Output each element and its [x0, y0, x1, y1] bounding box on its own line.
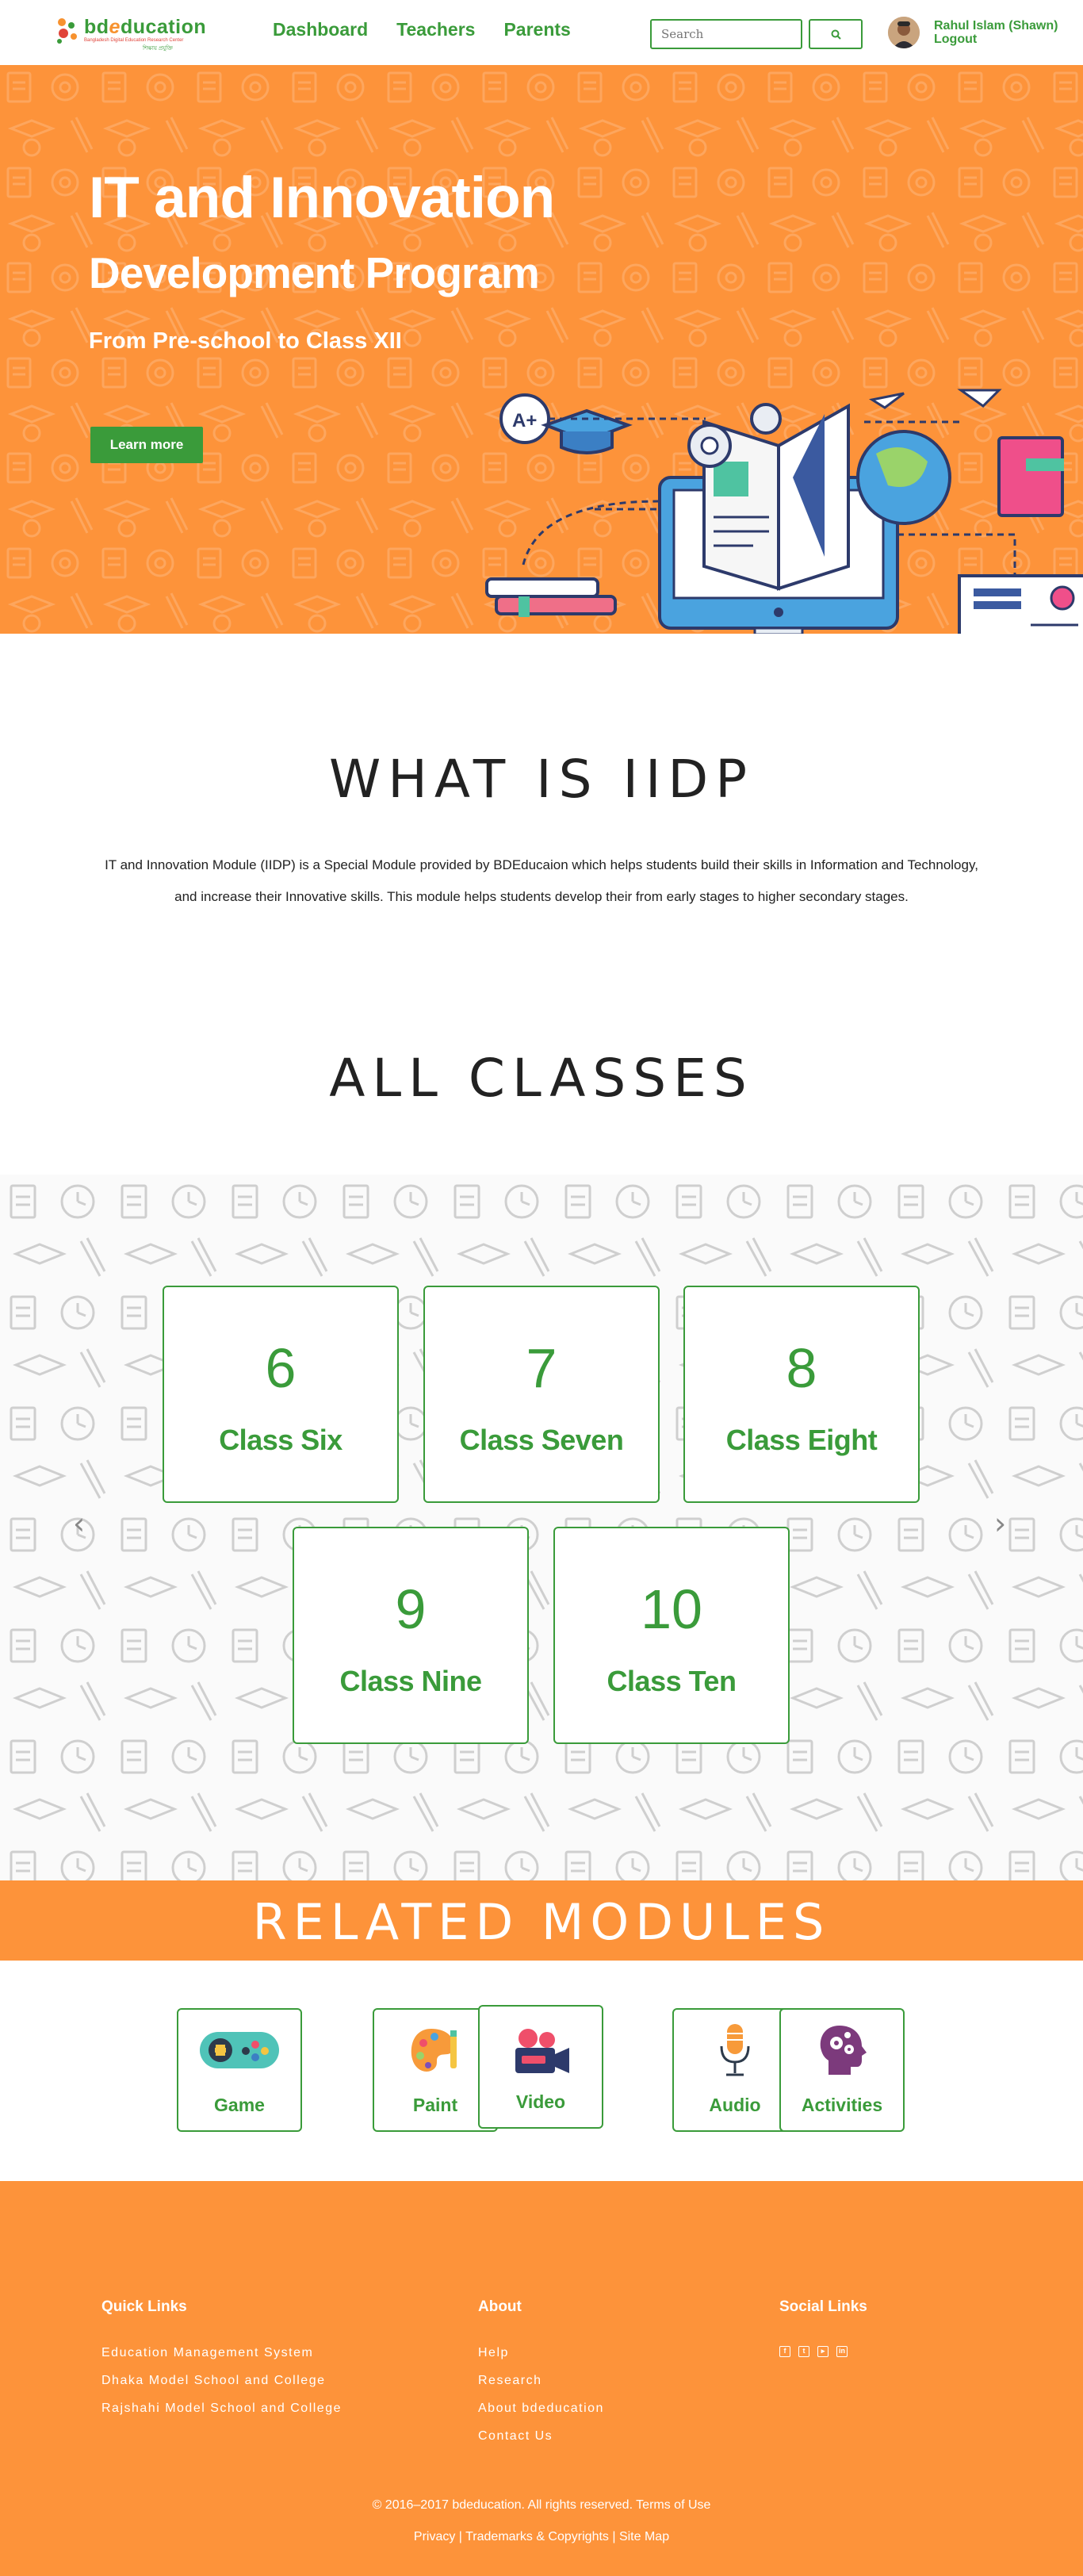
twitter-icon[interactable]: t — [798, 2346, 809, 2357]
linkedin-icon[interactable]: in — [836, 2346, 848, 2357]
video-camera-icon — [515, 2029, 569, 2073]
footer-quick-links: Quick Links Education Management System … — [101, 2298, 342, 2429]
privacy-link[interactable]: Privacy — [414, 2530, 455, 2543]
hero-subtitle: Development Program — [89, 248, 540, 297]
logo-tagline-bangla: শিক্ষায় প্রযুক্তি — [143, 46, 173, 52]
footer-link-dhaka[interactable]: Dhaka Model School and College — [101, 2374, 342, 2388]
class-card-six[interactable]: 6 Class Six — [163, 1286, 399, 1503]
class-name: Class Eight — [725, 1424, 878, 1456]
classes-doodle-pattern — [0, 1175, 1083, 1880]
footer-social: Social Links f t ▸ in — [779, 2298, 867, 2357]
copyright-text: © 2016–2017 bdeducation. All rights rese… — [372, 2498, 711, 2512]
class-name: Class Six — [219, 1424, 343, 1456]
module-activities[interactable]: Activities — [779, 2008, 905, 2132]
nav-dashboard[interactable]: Dashboard — [273, 19, 368, 40]
class-card-eight[interactable]: 8 Class Eight — [683, 1286, 920, 1503]
user-name[interactable]: Rahul Islam (Shawn) — [934, 19, 1058, 33]
svg-text:A+: A+ — [512, 410, 537, 431]
search-input[interactable] — [650, 19, 802, 49]
class-number: 7 — [526, 1337, 557, 1399]
learn-more-button[interactable]: Learn more — [90, 427, 203, 463]
logout-link[interactable]: Logout — [934, 33, 977, 47]
nav-parents[interactable]: Parents — [503, 19, 570, 40]
microphone-icon — [720, 2024, 750, 2076]
education-illustration: A+ — [485, 389, 1083, 634]
what-is-section: WHAT IS IIDP IT and Innovation Module (I… — [0, 634, 1083, 983]
facebook-icon[interactable]: f — [779, 2346, 790, 2357]
nav-teachers[interactable]: Teachers — [396, 19, 475, 40]
search-button[interactable] — [809, 19, 863, 49]
all-classes-header: ALL CLASSES — [0, 983, 1083, 1175]
class-name: Class Ten — [607, 1665, 737, 1697]
what-is-body: IT and Innovation Module (IIDP) is a Spe… — [105, 857, 978, 904]
class-number: 9 — [395, 1578, 427, 1640]
footer-about: About Help Research About bdeducation Co… — [478, 2298, 604, 2457]
site-header: bdeducation Bangladesh Digital Education… — [0, 0, 1083, 65]
footer-about-title: About — [478, 2298, 522, 2315]
footer-link-contact[interactable]: Contact Us — [478, 2429, 604, 2444]
class-number: 10 — [641, 1578, 702, 1640]
search-icon — [831, 29, 841, 40]
footer-legal-links: Privacy | Trademarks & Copyrights | Site… — [413, 2530, 670, 2543]
hero-title: IT and Innovation — [89, 166, 555, 230]
brain-gears-icon — [820, 2026, 867, 2075]
module-label: Video — [515, 2091, 566, 2112]
classes-carousel: 6 Class Six 7 Class Seven 8 Class Eight … — [0, 1175, 1083, 1880]
user-avatar[interactable] — [888, 17, 920, 48]
site-footer: Quick Links Education Management System … — [0, 2181, 1083, 2576]
module-label: Activities — [801, 2095, 883, 2115]
footer-link-rajshahi[interactable]: Rajshahi Model School and College — [101, 2402, 342, 2416]
footer-quick-links-title: Quick Links — [101, 2298, 187, 2315]
class-card-nine[interactable]: 9 Class Nine — [293, 1527, 529, 1744]
carousel-prev-arrow[interactable]: ‹ — [73, 1506, 85, 1541]
palette-icon — [411, 2029, 457, 2072]
what-is-heading: WHAT IS IIDP — [328, 749, 755, 810]
class-name: Class Nine — [339, 1665, 482, 1697]
footer-link-help[interactable]: Help — [478, 2346, 604, 2360]
youtube-icon[interactable]: ▸ — [817, 2346, 829, 2357]
related-modules-heading: RELATED MODULES — [252, 1893, 831, 1951]
social-icons: f t ▸ in — [779, 2346, 867, 2357]
sitemap-link[interactable]: Site Map — [619, 2530, 669, 2543]
logo-wordmark: bdeducation — [84, 16, 207, 38]
related-modules-list: Game Paint Video Audio Activities — [0, 1961, 1083, 2181]
module-game[interactable]: Game — [177, 2008, 302, 2132]
class-number: 8 — [786, 1337, 817, 1399]
footer-link-ems[interactable]: Education Management System — [101, 2346, 342, 2360]
class-name: Class Seven — [459, 1424, 624, 1456]
all-classes-heading: ALL CLASSES — [329, 1048, 754, 1109]
class-card-seven[interactable]: 7 Class Seven — [423, 1286, 660, 1503]
trademarks-link[interactable]: Trademarks & Copyrights — [465, 2530, 609, 2543]
bdeducation-logo[interactable]: bdeducation Bangladesh Digital Education… — [54, 14, 206, 52]
logo-icon — [57, 18, 77, 44]
footer-link-research[interactable]: Research — [478, 2374, 604, 2388]
footer-social-title: Social Links — [779, 2298, 867, 2315]
class-number: 6 — [265, 1337, 297, 1399]
carousel-next-arrow[interactable]: › — [994, 1506, 1006, 1541]
hero-banner: IT and Innovation Development Program Fr… — [0, 65, 1083, 634]
module-label: Audio — [709, 2095, 761, 2115]
class-card-ten[interactable]: 10 Class Ten — [553, 1527, 790, 1744]
related-modules-band: RELATED MODULES — [0, 1880, 1083, 1961]
module-video[interactable]: Video — [478, 2005, 603, 2129]
logo-tagline: Bangladesh Digital Education Research Ce… — [84, 38, 184, 43]
footer-link-about[interactable]: About bdeducation — [478, 2402, 604, 2416]
main-nav: Dashboard Teachers Parents — [273, 19, 571, 40]
gamepad-icon — [200, 2032, 279, 2068]
hero-description: From Pre-school to Class XII — [89, 328, 402, 354]
module-label: Game — [214, 2095, 265, 2115]
